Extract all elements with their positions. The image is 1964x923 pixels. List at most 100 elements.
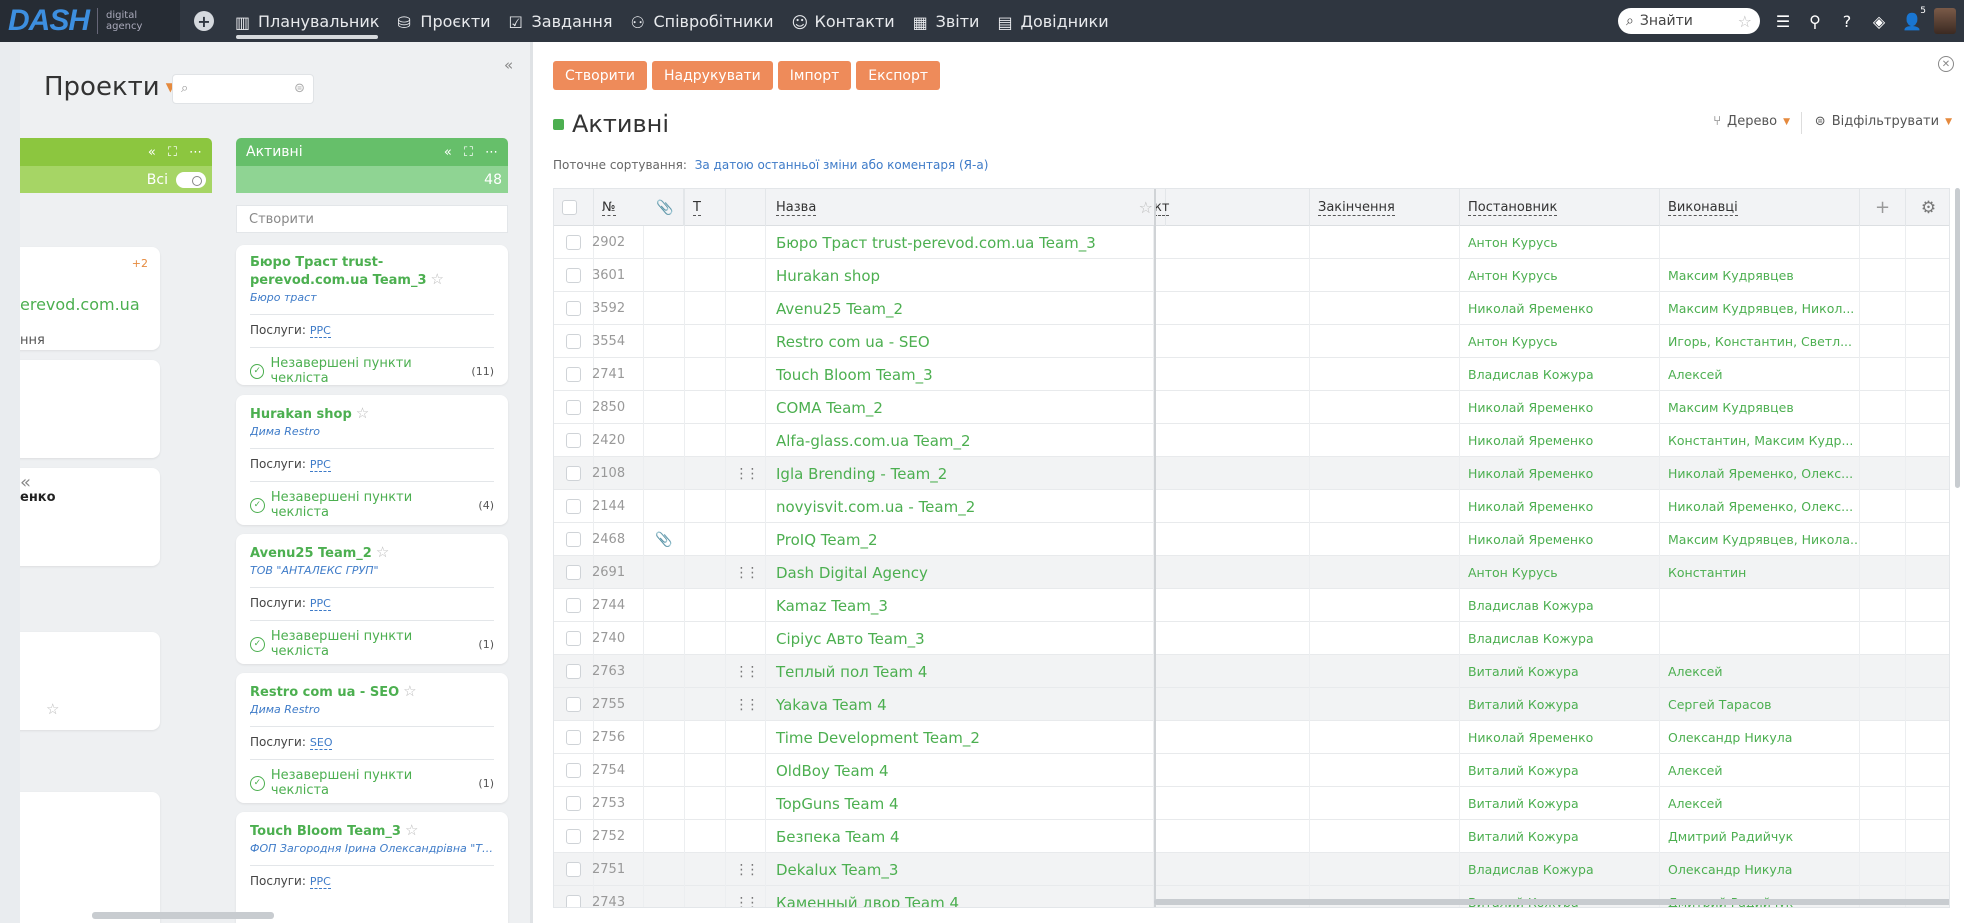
users-icon[interactable]: 👤 5 bbox=[1902, 6, 1926, 31]
column-header-type[interactable]: Т bbox=[685, 189, 726, 226]
star-icon[interactable]: ☆ bbox=[356, 404, 369, 422]
executors-link[interactable]: Игорь, Константин, Светл... bbox=[1660, 325, 1860, 358]
author-link[interactable]: Николай Яременко bbox=[1460, 424, 1660, 457]
project-card[interactable]: енко bbox=[20, 468, 160, 566]
project-card[interactable]: Бюро Траст trust-perevod.com.ua Team_3 ☆ … bbox=[236, 245, 508, 386]
projects-title-dropdown[interactable]: Проекти ▼ bbox=[44, 72, 175, 102]
project-card[interactable]: +2 erevod.com.ua ння bbox=[20, 247, 160, 350]
executors-link[interactable] bbox=[1660, 622, 1860, 655]
nav-item-employees[interactable]: ⚇ Співробітники bbox=[621, 0, 782, 42]
executors-link[interactable]: Сергей Тарасов bbox=[1660, 688, 1860, 721]
project-name-link[interactable]: Каменный двор Team 4 bbox=[766, 886, 1154, 907]
select-all-checkbox[interactable] bbox=[562, 200, 577, 215]
author-link[interactable]: Николай Яременко bbox=[1460, 721, 1660, 754]
project-name-link[interactable]: OldBoy Team 4 bbox=[766, 754, 1154, 787]
drag-handle-icon[interactable]: ⋮⋮ bbox=[735, 466, 760, 482]
paperclip-icon[interactable]: 📎 bbox=[655, 532, 672, 548]
project-name-link[interactable]: Бюро Траст trust-perevod.com.ua Team_3 bbox=[766, 226, 1154, 259]
card-client[interactable]: ТОВ "АНТАЛЕКС ГРУП" bbox=[250, 564, 494, 577]
scroll-left-icon[interactable]: « bbox=[20, 472, 31, 493]
nav-item-reports[interactable]: ▦ Звіти bbox=[904, 0, 989, 42]
filter-dropdown[interactable]: ⊜ Відфільтрувати ▼ bbox=[1815, 114, 1952, 129]
table-row[interactable]: 2756 Time Development Team_2 Николай Яре… bbox=[554, 721, 1949, 754]
card-title[interactable]: Restro com ua - SEO ☆ bbox=[250, 683, 494, 701]
project-name-link[interactable]: Time Development Team_2 bbox=[766, 721, 1154, 754]
author-link[interactable]: Виталий Кожура bbox=[1460, 820, 1660, 853]
collapse-panel-icon[interactable]: « bbox=[504, 56, 513, 74]
executors-link[interactable]: Алексей bbox=[1660, 787, 1860, 820]
quick-add-button[interactable]: + bbox=[194, 11, 214, 31]
table-row[interactable]: 2850 COMA Team_2 Николай Яременко Максим… bbox=[554, 391, 1949, 424]
executors-link[interactable]: Николай Яременко, Олекс... bbox=[1660, 457, 1860, 490]
project-card[interactable]: ☆ bbox=[20, 632, 160, 730]
drag-handle-icon[interactable]: ⋮⋮ bbox=[735, 895, 760, 908]
nav-item-contacts[interactable]: ☺ Контакти bbox=[782, 0, 903, 42]
star-icon[interactable]: ☆ bbox=[405, 821, 418, 839]
table-row[interactable]: 2740 Сіріус Авто Team_3 Владислав Кожура bbox=[554, 622, 1949, 655]
project-name-link[interactable]: Сіріус Авто Team_3 bbox=[766, 622, 1154, 655]
filter-icon[interactable]: ⊜ bbox=[294, 81, 305, 96]
project-card[interactable]: Avenu25 Team_2 ☆ ТОВ "АНТАЛЕКС ГРУП" Посл… bbox=[236, 534, 508, 664]
executors-link[interactable]: Максим Кудрявцев, Никол... bbox=[1660, 292, 1860, 325]
executors-link[interactable]: Максим Кудрявцев, Никола... bbox=[1660, 523, 1860, 556]
card-client[interactable]: Дима Restro bbox=[250, 703, 494, 716]
column-header-attachments[interactable]: 📎 bbox=[644, 189, 685, 226]
table-row[interactable]: 3592 Avenu25 Team_2 Николай Яременко Мак… bbox=[554, 292, 1949, 325]
table-row[interactable]: 2744 Kamaz Team_3 Владислав Кожура bbox=[554, 589, 1949, 622]
table-row[interactable]: 2755 ⋮⋮ Yakava Team 4 Виталий Кожура Сер… bbox=[554, 688, 1949, 721]
service-tag[interactable]: PPC bbox=[309, 597, 331, 611]
column-header-name[interactable]: Назва ☆ bbox=[766, 189, 1166, 226]
table-row[interactable]: 2108 ⋮⋮ Igla Brending - Team_2 Николай Я… bbox=[554, 457, 1949, 490]
more-icon[interactable]: ⋯ bbox=[485, 145, 498, 160]
project-name-link[interactable]: Dash Digital Agency bbox=[766, 556, 1154, 589]
service-tag[interactable]: PPC bbox=[309, 324, 331, 338]
project-name-link[interactable]: Dekalux Team_3 bbox=[766, 853, 1154, 886]
star-icon[interactable]: ☆ bbox=[403, 682, 416, 700]
executors-link[interactable]: Максим Кудрявцев bbox=[1660, 259, 1860, 292]
project-name-link[interactable]: Безпека Team 4 bbox=[766, 820, 1154, 853]
add-column-icon[interactable]: + bbox=[1860, 189, 1906, 226]
collapse-column-icon[interactable]: « bbox=[444, 145, 452, 160]
checklist-link[interactable]: ✓ Незавершені пункти чекліста (1) bbox=[250, 629, 494, 659]
column-header-executors[interactable]: Виконавці bbox=[1660, 189, 1860, 226]
project-name-link[interactable]: Hurakan shop bbox=[766, 259, 1154, 292]
card-client[interactable]: Бюро траст bbox=[250, 291, 494, 304]
expand-column-icon[interactable]: ⛶ bbox=[464, 145, 473, 160]
column-header-end[interactable]: Закінчення bbox=[1310, 189, 1460, 226]
card-title[interactable]: Бюро Траст trust-perevod.com.ua Team_3 ☆ bbox=[250, 255, 494, 289]
settings-icon[interactable]: ⚙ bbox=[1906, 189, 1949, 226]
executors-link[interactable]: Алексей bbox=[1660, 655, 1860, 688]
global-search-input[interactable]: ⌕ Знайти ☆ bbox=[1618, 8, 1760, 34]
table-row[interactable]: 3601 Hurakan shop Антон Курусь Максим Ку… bbox=[554, 259, 1949, 292]
executors-link[interactable]: Константин bbox=[1660, 556, 1860, 589]
projects-search-input[interactable]: ⌕ ⊜ bbox=[172, 74, 314, 104]
card-title[interactable]: Avenu25 Team_2 ☆ bbox=[250, 544, 494, 562]
executors-link[interactable]: Олександр Никула bbox=[1660, 721, 1860, 754]
nav-item-projects[interactable]: ⛁ Проєкти bbox=[388, 0, 499, 42]
column-header-author[interactable]: Постановник bbox=[1460, 189, 1660, 226]
executors-link[interactable]: Олександр Никула bbox=[1660, 853, 1860, 886]
checklist-link[interactable]: ✓ Незавершені пункти чекліста (1) bbox=[250, 768, 494, 798]
project-name-link[interactable]: Alfa-glass.com.ua Team_2 bbox=[766, 424, 1154, 457]
project-name-link[interactable]: Теплый пол Team 4 bbox=[766, 655, 1154, 688]
table-row[interactable]: 3554 Restro com ua - SEO Антон Курусь Иг… bbox=[554, 325, 1949, 358]
project-card[interactable]: Hurakan shop ☆ Дима Restro Послуги: PPC ✓ Не… bbox=[236, 395, 508, 525]
table-row[interactable]: 2751 ⋮⋮ Dekalux Team_3 Владислав Кожура … bbox=[554, 853, 1949, 886]
horizontal-scrollbar[interactable] bbox=[92, 912, 274, 919]
checklist-link[interactable]: ✓ Незавершені пункти чекліста (11) bbox=[250, 356, 494, 386]
table-row[interactable]: 2752 Безпека Team 4 Виталий Кожура Дмитр… bbox=[554, 820, 1949, 853]
table-row[interactable]: 2144 novyisvit.com.ua - Team_2 Николай Я… bbox=[554, 490, 1949, 523]
user-avatar[interactable] bbox=[1934, 8, 1956, 34]
quick-create-input[interactable]: Створити bbox=[236, 205, 508, 233]
project-name-link[interactable]: Yakava Team 4 bbox=[766, 688, 1154, 721]
drag-handle-icon[interactable]: ⋮⋮ bbox=[735, 862, 760, 878]
card-title[interactable]: Hurakan shop ☆ bbox=[250, 405, 494, 423]
executors-link[interactable]: Константин, Максим Кудр... bbox=[1660, 424, 1860, 457]
card-client[interactable]: ФОП Загородня Ірина Олександрівна "То... bbox=[250, 842, 494, 855]
view-mode-dropdown[interactable]: ⑂ Дерево ▼ bbox=[1713, 114, 1790, 129]
star-icon[interactable]: ☆ bbox=[46, 700, 59, 718]
table-row[interactable]: 2753 TopGuns Team 4 Виталий Кожура Алекс… bbox=[554, 787, 1949, 820]
author-link[interactable]: Николай Яременко bbox=[1460, 457, 1660, 490]
author-link[interactable]: Антон Курусь bbox=[1460, 259, 1660, 292]
project-name-link[interactable]: Igla Brending - Team_2 bbox=[766, 457, 1154, 490]
